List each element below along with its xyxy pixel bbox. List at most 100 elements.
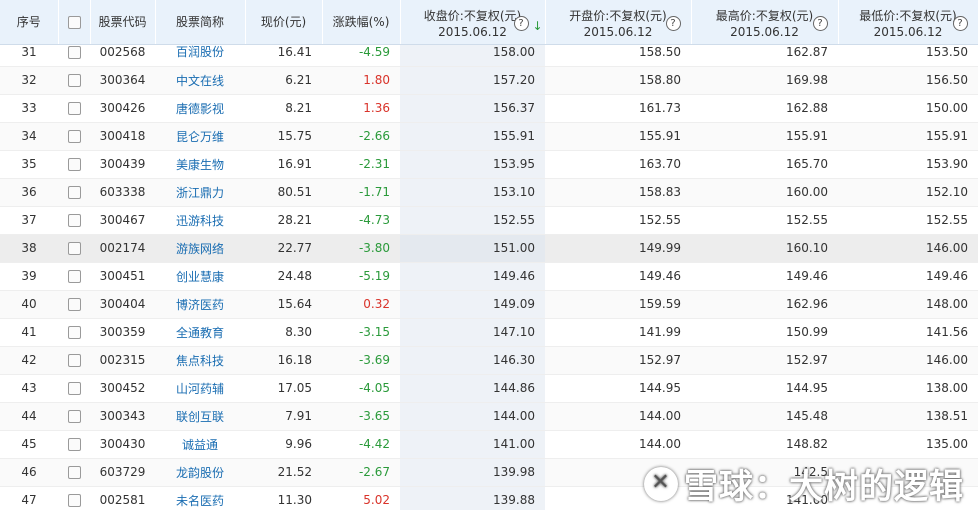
row-checkbox[interactable] bbox=[58, 178, 90, 207]
row-checkbox[interactable] bbox=[58, 150, 90, 179]
checkbox[interactable] bbox=[67, 382, 81, 395]
close-price: 139.88 bbox=[400, 486, 545, 510]
stock-name-link[interactable]: 联创互联 bbox=[155, 402, 245, 431]
column-header-open[interactable]: 开盘价:不复权(元) 2015.06.12 ? bbox=[545, 0, 692, 45]
stock-name-link[interactable]: 焦点科技 bbox=[155, 346, 245, 375]
help-icon[interactable]: ? bbox=[513, 16, 529, 31]
high-price: 160.00 bbox=[691, 178, 838, 207]
column-header-close[interactable]: 收盘价:不复权(元) 2015.06.12 ? ↓ bbox=[400, 0, 546, 45]
stock-name-link[interactable]: 唐德影视 bbox=[155, 94, 245, 123]
checkbox[interactable] bbox=[67, 158, 81, 171]
row-checkbox[interactable] bbox=[58, 122, 90, 151]
table-row[interactable]: 35 300439 美康生物 16.91 -2.31 153.95 163.70 165.70… bbox=[0, 150, 978, 179]
stock-code: 300430 bbox=[90, 430, 155, 459]
checkbox[interactable] bbox=[67, 298, 81, 311]
stock-name-link[interactable]: 诚益通 bbox=[155, 430, 245, 459]
table-row[interactable]: 37 300467 迅游科技 28.21 -4.73 152.55 152.55 152.55… bbox=[0, 206, 978, 235]
stock-name-link[interactable]: 龙韵股份 bbox=[155, 458, 245, 487]
stock-name-link[interactable]: 百润股份 bbox=[155, 44, 245, 67]
checkbox[interactable] bbox=[67, 326, 81, 339]
column-header-name[interactable]: 股票简称 bbox=[155, 0, 246, 45]
stock-code: 002315 bbox=[90, 346, 155, 375]
row-checkbox[interactable] bbox=[58, 318, 90, 347]
stock-name-link[interactable]: 未名医药 bbox=[155, 486, 245, 510]
column-header-index[interactable]: 序号 bbox=[0, 0, 59, 45]
checkbox[interactable] bbox=[67, 74, 81, 87]
column-header-price[interactable]: 现价(元) bbox=[245, 0, 323, 45]
row-checkbox[interactable] bbox=[58, 262, 90, 291]
table-viewport[interactable]: 31 002568 百润股份 16.41 -4.59 158.00 158.50 162.87… bbox=[0, 44, 978, 510]
stock-name-link[interactable]: 迅游科技 bbox=[155, 206, 245, 235]
row-checkbox[interactable] bbox=[58, 234, 90, 263]
column-header-change[interactable]: 涨跌幅(%) bbox=[322, 0, 401, 45]
row-checkbox[interactable] bbox=[58, 66, 90, 95]
checkbox[interactable] bbox=[67, 494, 81, 507]
checkbox[interactable] bbox=[67, 410, 81, 423]
low-price: 156.50 bbox=[838, 66, 978, 95]
stock-name-link[interactable]: 山河药辅 bbox=[155, 374, 245, 403]
row-checkbox[interactable] bbox=[58, 430, 90, 459]
row-index: 45 bbox=[0, 430, 58, 459]
checkbox[interactable] bbox=[67, 354, 81, 367]
table-row[interactable]: 44 300343 联创互联 7.91 -3.65 144.00 144.00 145.48 1… bbox=[0, 402, 978, 431]
stock-code: 300359 bbox=[90, 318, 155, 347]
low-price: 146.00 bbox=[838, 234, 978, 263]
checkbox[interactable] bbox=[67, 270, 81, 283]
row-checkbox[interactable] bbox=[58, 94, 90, 123]
stock-name-link[interactable]: 博济医药 bbox=[155, 290, 245, 319]
help-icon[interactable]: ? bbox=[812, 16, 828, 31]
low-price: 150.00 bbox=[838, 94, 978, 123]
help-icon[interactable]: ? bbox=[952, 16, 968, 31]
row-checkbox[interactable] bbox=[58, 44, 90, 67]
change-percent: -2.67 bbox=[322, 458, 400, 487]
stock-name-link[interactable]: 游族网络 bbox=[155, 234, 245, 263]
row-checkbox[interactable] bbox=[58, 486, 90, 510]
checkbox[interactable] bbox=[67, 45, 81, 59]
table-row[interactable]: 34 300418 昆仑万维 15.75 -2.66 155.91 155.91 155.91… bbox=[0, 122, 978, 151]
stock-name-link[interactable]: 创业慧康 bbox=[155, 262, 245, 291]
stock-name-link[interactable]: 中文在线 bbox=[155, 66, 245, 95]
table-row[interactable]: 33 300426 唐德影视 8.21 1.36 156.37 161.73 162.88 15… bbox=[0, 94, 978, 123]
high-price: 145.48 bbox=[691, 402, 838, 431]
table-row[interactable]: 38 002174 游族网络 22.77 -3.80 151.00 149.99 160.10… bbox=[0, 234, 978, 263]
row-checkbox[interactable] bbox=[58, 206, 90, 235]
sort-desc-icon[interactable]: ↓ bbox=[532, 18, 542, 34]
stock-name-link[interactable]: 昆仑万维 bbox=[155, 122, 245, 151]
row-checkbox[interactable] bbox=[58, 290, 90, 319]
close-price: 144.00 bbox=[400, 402, 545, 431]
table-row[interactable]: 43 300452 山河药辅 17.05 -4.05 144.86 144.95 144.95… bbox=[0, 374, 978, 403]
row-index: 33 bbox=[0, 94, 58, 123]
table-row[interactable]: 36 603338 浙江鼎力 80.51 -1.71 153.10 158.83 160.00… bbox=[0, 178, 978, 207]
row-checkbox[interactable] bbox=[58, 402, 90, 431]
table-row[interactable]: 40 300404 博济医药 15.64 0.32 149.09 159.59 162.96 1… bbox=[0, 290, 978, 319]
table-row[interactable]: 31 002568 百润股份 16.41 -4.59 158.00 158.50 162.87… bbox=[0, 44, 978, 67]
row-checkbox[interactable] bbox=[58, 346, 90, 375]
table-row[interactable]: 45 300430 诚益通 9.96 -4.42 141.00 144.00 148.82 13… bbox=[0, 430, 978, 459]
close-price: 144.86 bbox=[400, 374, 545, 403]
help-icon[interactable]: ? bbox=[665, 16, 681, 31]
column-header-select-all[interactable] bbox=[58, 0, 91, 45]
table-row[interactable]: 41 300359 全通教育 8.30 -3.15 147.10 141.99 150.99 1… bbox=[0, 318, 978, 347]
checkbox[interactable] bbox=[67, 130, 81, 143]
column-header-code[interactable]: 股票代码 bbox=[90, 0, 156, 45]
checkbox[interactable] bbox=[67, 466, 81, 479]
row-index: 39 bbox=[0, 262, 58, 291]
table-row[interactable]: 39 300451 创业慧康 24.48 -5.19 149.46 149.46 149.46… bbox=[0, 262, 978, 291]
table-row[interactable]: 32 300364 中文在线 6.21 1.80 157.20 158.80 169.98 15… bbox=[0, 66, 978, 95]
checkbox[interactable] bbox=[67, 102, 81, 115]
column-header-high[interactable]: 最高价:不复权(元) 2015.06.12 ? bbox=[691, 0, 839, 45]
stock-name-link[interactable]: 浙江鼎力 bbox=[155, 178, 245, 207]
select-all-checkbox[interactable] bbox=[67, 15, 81, 29]
checkbox[interactable] bbox=[67, 242, 81, 255]
row-checkbox[interactable] bbox=[58, 374, 90, 403]
column-header-low[interactable]: 最低价:不复权(元) 2015.06.12 ? bbox=[838, 0, 978, 45]
stock-name-link[interactable]: 全通教育 bbox=[155, 318, 245, 347]
checkbox[interactable] bbox=[67, 438, 81, 451]
stock-name-link[interactable]: 美康生物 bbox=[155, 150, 245, 179]
high-price: 155.91 bbox=[691, 122, 838, 151]
table-row[interactable]: 42 002315 焦点科技 16.18 -3.69 146.30 152.97 152.97… bbox=[0, 346, 978, 375]
checkbox[interactable] bbox=[67, 186, 81, 199]
checkbox[interactable] bbox=[67, 214, 81, 227]
row-checkbox[interactable] bbox=[58, 458, 90, 487]
change-percent: -4.73 bbox=[322, 206, 400, 235]
